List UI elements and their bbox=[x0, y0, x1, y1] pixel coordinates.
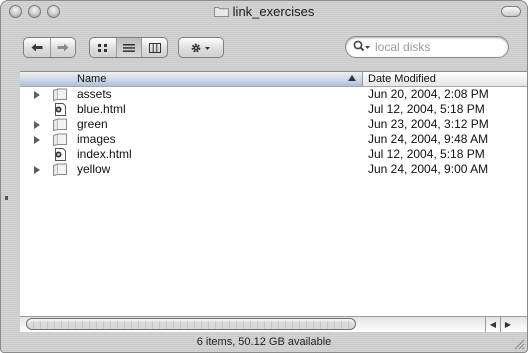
list-view-icon bbox=[122, 43, 135, 52]
navigation-group bbox=[23, 37, 76, 58]
window-title: link_exercises bbox=[232, 4, 315, 19]
folder-icon bbox=[53, 163, 67, 176]
html-document-icon bbox=[55, 148, 66, 161]
name-column-label: Name bbox=[77, 73, 107, 85]
file-date: Jul 12, 2004, 5:18 PM bbox=[368, 147, 485, 161]
status-text: 6 items, 50.12 GB available bbox=[196, 336, 332, 348]
folder-icon bbox=[53, 133, 67, 146]
scroll-arrows: ◀ ▶ bbox=[485, 317, 515, 332]
disclosure-triangle-icon[interactable] bbox=[34, 166, 40, 174]
folder-icon bbox=[53, 88, 67, 101]
title-bar[interactable]: link_exercises bbox=[1, 1, 527, 23]
file-date: Jun 24, 2004, 9:00 AM bbox=[368, 162, 489, 176]
window-title-wrap: link_exercises bbox=[1, 4, 527, 19]
file-name: yellow bbox=[77, 162, 111, 176]
arrow-right-small-icon: ▶ bbox=[504, 320, 512, 329]
column-view-button[interactable] bbox=[141, 38, 167, 57]
finder-window: link_exercises local disks Name Date Mod… bbox=[0, 0, 528, 353]
name-column-header[interactable]: Name bbox=[20, 72, 363, 86]
search-icon bbox=[353, 40, 370, 52]
search-field[interactable] bbox=[345, 36, 509, 58]
file-date: Jun 24, 2004, 9:48 AM bbox=[368, 132, 489, 146]
file-row-assets[interactable]: assets Jun 20, 2004, 2:08 PM bbox=[20, 87, 527, 102]
date-column-label: Date Modified bbox=[368, 73, 436, 85]
icon-view-icon bbox=[98, 43, 108, 52]
view-switcher bbox=[89, 37, 168, 58]
file-row-index-html[interactable]: index.html Jul 12, 2004, 5:18 PM bbox=[20, 147, 527, 162]
horizontal-scrollbar[interactable]: ◀ ▶ bbox=[20, 316, 527, 332]
file-list: Name Date Modified assets Jun 20, 2004, … bbox=[20, 71, 527, 316]
scroll-left-button[interactable]: ◀ bbox=[485, 317, 500, 332]
back-button[interactable] bbox=[24, 38, 50, 57]
drawer-notch bbox=[5, 196, 8, 200]
scroll-right-button[interactable]: ▶ bbox=[500, 317, 515, 332]
folder-icon bbox=[213, 7, 229, 17]
disclosure-triangle-icon[interactable] bbox=[34, 91, 40, 99]
file-name: assets bbox=[77, 87, 112, 101]
folder-icon bbox=[53, 118, 67, 131]
action-button-inner[interactable] bbox=[179, 38, 223, 57]
icon-view-button[interactable] bbox=[90, 38, 116, 57]
list-view-button[interactable] bbox=[115, 38, 142, 57]
column-header: Name Date Modified bbox=[20, 72, 527, 87]
forward-button[interactable] bbox=[49, 38, 76, 57]
sort-ascending-icon bbox=[348, 75, 356, 81]
action-menu-button[interactable] bbox=[178, 37, 224, 58]
file-name: index.html bbox=[77, 147, 132, 161]
arrow-left-icon bbox=[31, 43, 43, 52]
disclosure-triangle-icon[interactable] bbox=[34, 136, 40, 144]
scrollbar-thumb[interactable] bbox=[26, 318, 356, 330]
file-name: blue.html bbox=[77, 102, 126, 116]
file-date: Jun 23, 2004, 3:12 PM bbox=[368, 117, 489, 131]
file-date: Jul 12, 2004, 5:18 PM bbox=[368, 102, 485, 116]
file-row-blue-html[interactable]: blue.html Jul 12, 2004, 5:18 PM bbox=[20, 102, 527, 117]
resize-grip-icon[interactable] bbox=[513, 338, 525, 350]
arrow-right-icon bbox=[57, 43, 69, 52]
file-row-images[interactable]: images Jun 24, 2004, 9:48 AM bbox=[20, 132, 527, 147]
toolbar-toggle-button[interactable] bbox=[501, 6, 521, 17]
file-row-yellow[interactable]: yellow Jun 24, 2004, 9:00 AM bbox=[20, 162, 527, 177]
arrow-left-small-icon: ◀ bbox=[489, 320, 497, 329]
column-view-icon bbox=[148, 42, 161, 53]
gear-icon bbox=[191, 43, 210, 52]
file-row-green[interactable]: green Jun 23, 2004, 3:12 PM bbox=[20, 117, 527, 132]
html-document-icon bbox=[55, 103, 66, 116]
file-name: green bbox=[77, 117, 108, 131]
disclosure-triangle-icon[interactable] bbox=[34, 121, 40, 129]
file-date: Jun 20, 2004, 2:08 PM bbox=[368, 87, 489, 101]
file-name: images bbox=[77, 132, 116, 146]
search-input[interactable] bbox=[375, 39, 500, 55]
status-bar: 6 items, 50.12 GB available bbox=[1, 332, 527, 352]
file-rows: assets Jun 20, 2004, 2:08 PM blue.html J… bbox=[20, 87, 527, 177]
toolbar bbox=[1, 23, 527, 67]
